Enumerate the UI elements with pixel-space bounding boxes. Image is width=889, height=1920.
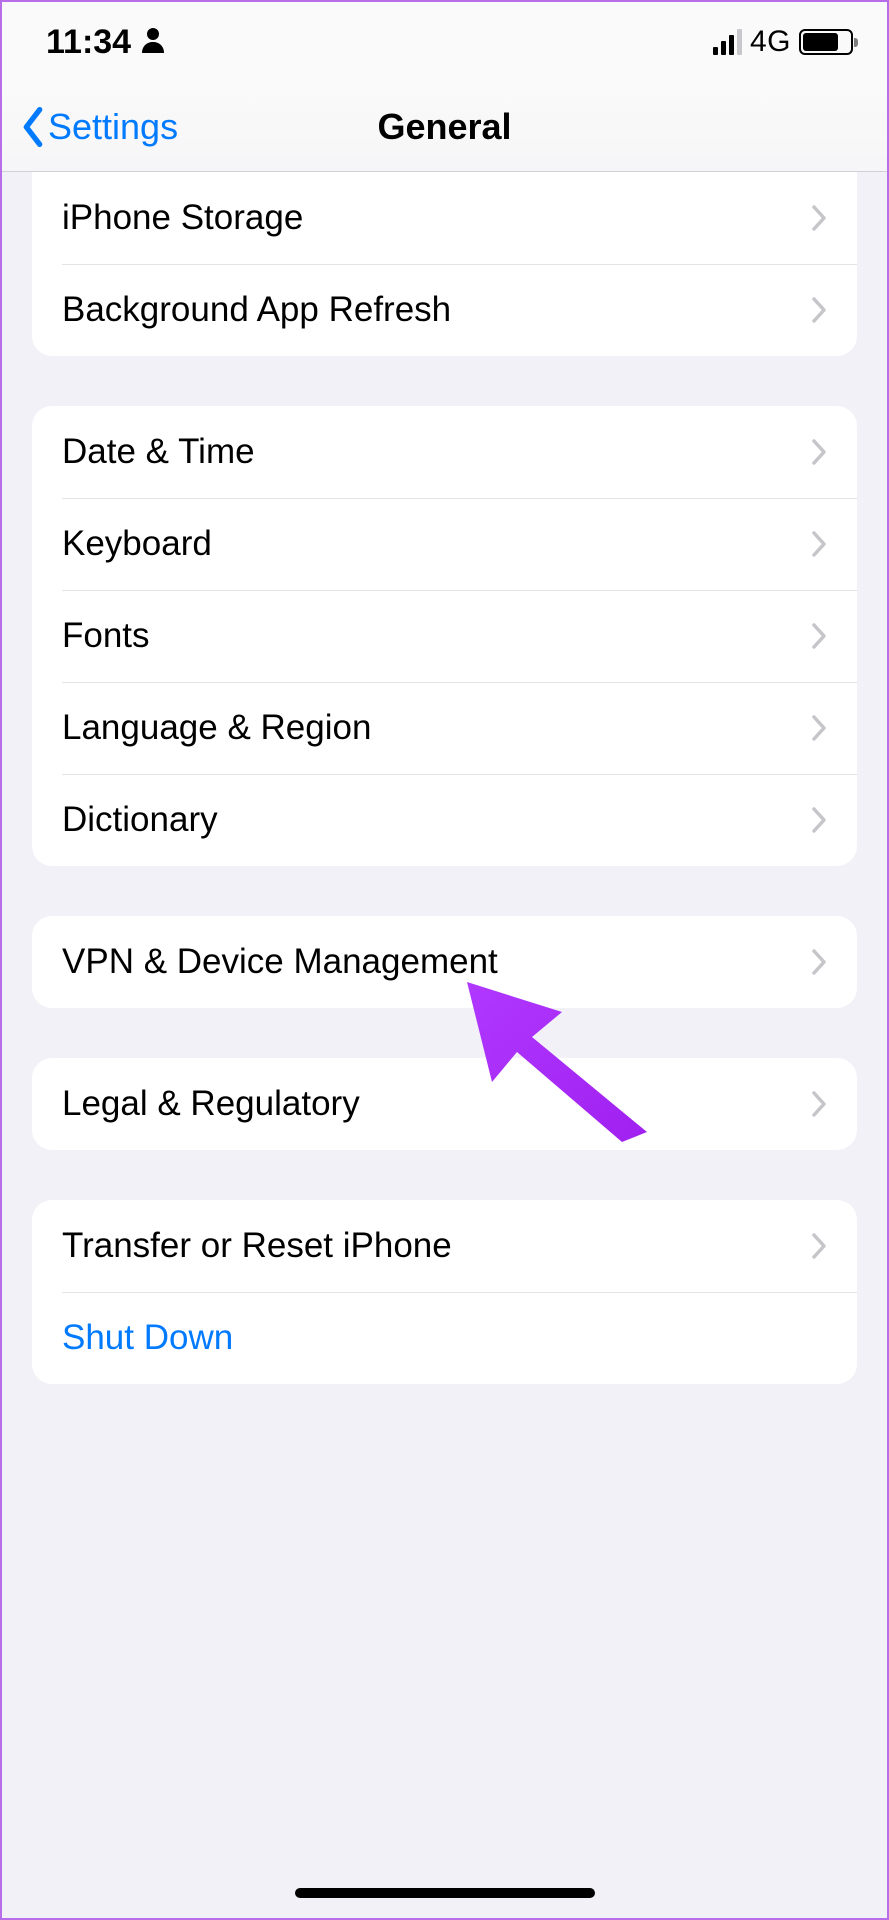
row-label: Keyboard — [62, 524, 212, 564]
row-label: Transfer or Reset iPhone — [62, 1226, 452, 1266]
chevron-right-icon — [811, 204, 827, 232]
battery-icon — [799, 29, 853, 55]
row-shut-down[interactable]: Shut Down — [32, 1292, 857, 1384]
network-label: 4G — [750, 25, 791, 59]
row-fonts[interactable]: Fonts — [32, 590, 857, 682]
row-label: Dictionary — [62, 800, 218, 840]
chevron-right-icon — [811, 622, 827, 650]
chevron-right-icon — [811, 530, 827, 558]
row-legal-regulatory[interactable]: Legal & Regulatory — [32, 1058, 857, 1150]
chevron-right-icon — [811, 948, 827, 976]
row-label: Background App Refresh — [62, 290, 451, 330]
row-keyboard[interactable]: Keyboard — [32, 498, 857, 590]
status-bar: 11:34 4G — [2, 2, 887, 82]
chevron-right-icon — [811, 1090, 827, 1118]
signal-icon — [713, 29, 742, 55]
back-button[interactable]: Settings — [20, 106, 178, 148]
row-dictionary[interactable]: Dictionary — [32, 774, 857, 866]
nav-bar: Settings General — [2, 82, 887, 172]
settings-group-locale: Date & Time Keyboard Fonts Language & Regio… — [32, 406, 857, 866]
row-label: VPN & Device Management — [62, 942, 498, 982]
row-language-region[interactable]: Language & Region — [32, 682, 857, 774]
row-label: Date & Time — [62, 432, 255, 472]
home-indicator[interactable] — [295, 1888, 595, 1898]
row-background-app-refresh[interactable]: Background App Refresh — [32, 264, 857, 356]
chevron-left-icon — [20, 107, 46, 147]
settings-content[interactable]: iPhone Storage Background App Refresh Date… — [2, 172, 887, 1918]
profile-icon — [141, 23, 165, 62]
row-label: Legal & Regulatory — [62, 1084, 360, 1124]
settings-group-reset: Transfer or Reset iPhone Shut Down — [32, 1200, 857, 1384]
row-label: Fonts — [62, 616, 150, 656]
row-label: iPhone Storage — [62, 198, 303, 238]
row-label: Shut Down — [62, 1318, 233, 1358]
chevron-right-icon — [811, 806, 827, 834]
chevron-right-icon — [811, 714, 827, 742]
row-transfer-reset[interactable]: Transfer or Reset iPhone — [32, 1200, 857, 1292]
chevron-right-icon — [811, 438, 827, 466]
row-iphone-storage[interactable]: iPhone Storage — [32, 172, 857, 264]
settings-group-vpn: VPN & Device Management — [32, 916, 857, 1008]
settings-group-legal: Legal & Regulatory — [32, 1058, 857, 1150]
chevron-right-icon — [811, 296, 827, 324]
row-label: Language & Region — [62, 708, 371, 748]
row-date-time[interactable]: Date & Time — [32, 406, 857, 498]
row-vpn-device-management[interactable]: VPN & Device Management — [32, 916, 857, 1008]
chevron-right-icon — [811, 1232, 827, 1260]
status-time: 11:34 — [46, 23, 131, 62]
back-label: Settings — [48, 106, 178, 148]
settings-group-storage: iPhone Storage Background App Refresh — [32, 172, 857, 356]
